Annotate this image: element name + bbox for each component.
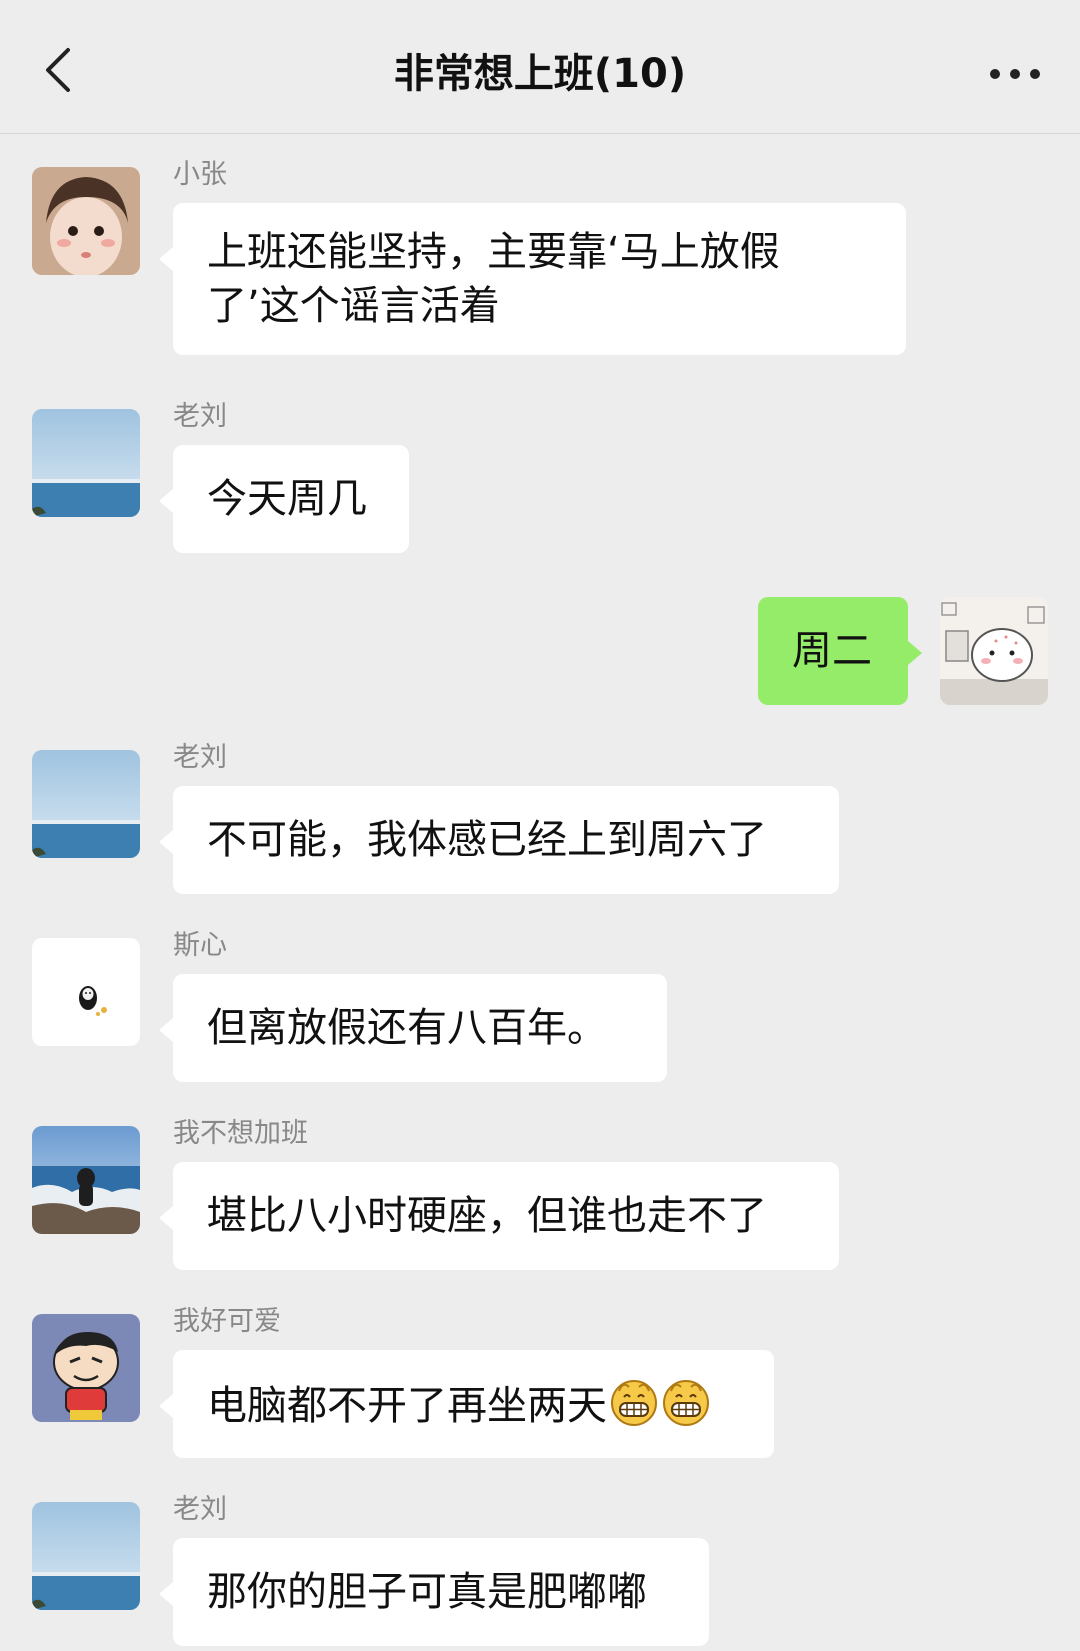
message-bubble[interactable]: 今天周几	[159, 445, 409, 553]
sender-name: 斯心	[173, 930, 227, 961]
sender-name: 老刘	[173, 401, 227, 432]
avatar-xiaozhang[interactable]	[32, 167, 140, 275]
message-text: 电脑都不开了再坐两天	[207, 1383, 607, 1429]
chat-header: 非常想上班(10)	[0, 0, 1080, 134]
grin-emoji-icon	[663, 1380, 709, 1426]
message-bubble[interactable]: 电脑都不开了再坐两天	[159, 1350, 774, 1458]
message-bubble[interactable]: 堪比八小时硬座，但谁也走不了	[159, 1162, 839, 1270]
avatar-wobuxiangjiaban[interactable]	[32, 1126, 140, 1234]
chat-title: 非常想上班(10)	[393, 51, 687, 97]
message-bubble[interactable]: 不可能，我体感已经上到周六了	[159, 786, 839, 894]
more-options-button[interactable]	[980, 48, 1050, 100]
sender-name: 我不想加班	[173, 1118, 308, 1149]
message-text: 但离放假还有八百年。	[207, 1005, 607, 1051]
sender-name: 小张	[173, 159, 227, 190]
ellipsis-icon	[990, 69, 1040, 79]
grin-emoji-icon	[611, 1380, 657, 1426]
sender-name: 老刘	[173, 742, 227, 773]
avatar-laoliu[interactable]	[32, 750, 140, 858]
message-text: 堪比八小时硬座，但谁也走不了	[207, 1193, 767, 1239]
message-text: 周二	[792, 628, 872, 674]
message-text: 上班还能坚持，主要靠‘马上放假了’这个谣言活着	[207, 229, 780, 329]
message-bubble[interactable]: 那你的胆子可真是肥嘟嘟	[159, 1538, 709, 1646]
avatar-wohaokeai[interactable]	[32, 1314, 140, 1422]
avatar-sixin[interactable]	[32, 938, 140, 1046]
message-bubble[interactable]: 但离放假还有八百年。	[159, 974, 667, 1082]
avatar-laoliu[interactable]	[32, 1502, 140, 1610]
message-text: 今天周几	[207, 476, 367, 522]
avatar-laoliu[interactable]	[32, 409, 140, 517]
sender-name: 我好可爱	[173, 1306, 281, 1337]
message-text: 那你的胆子可真是肥嘟嘟	[207, 1569, 647, 1615]
message-bubble-self[interactable]: 周二	[758, 597, 922, 705]
message-bubble[interactable]: 上班还能坚持，主要靠‘马上放假了’这个谣言活着	[159, 203, 906, 355]
avatar-self[interactable]	[940, 597, 1048, 705]
sender-name: 老刘	[173, 1494, 227, 1525]
message-text: 不可能，我体感已经上到周六了	[207, 817, 767, 863]
